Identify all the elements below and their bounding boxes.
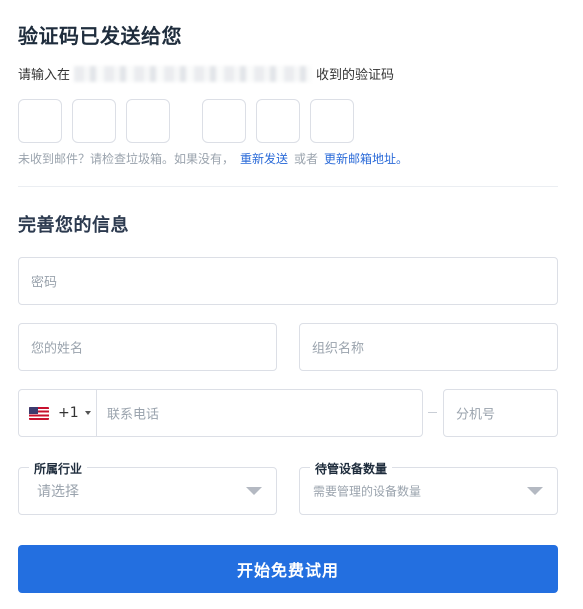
code-digit-6[interactable] bbox=[310, 99, 354, 143]
code-digit-3[interactable] bbox=[126, 99, 170, 143]
device-count-label: 待管设备数量 bbox=[310, 460, 393, 477]
or-text: 或者 bbox=[294, 152, 319, 166]
chevron-down-icon bbox=[84, 411, 91, 415]
password-field[interactable]: 密码 bbox=[18, 257, 558, 305]
device-count-select[interactable]: 待管设备数量 需要管理的设备数量 bbox=[299, 460, 558, 515]
phone-field[interactable]: +1 联系电话 bbox=[18, 389, 423, 437]
verification-prompt: 请输入在 收到的验证码 bbox=[18, 64, 394, 83]
name-field[interactable]: 您的姓名 bbox=[18, 323, 277, 371]
us-flag-icon bbox=[29, 406, 49, 420]
resend-link[interactable]: 重新发送 bbox=[240, 152, 288, 166]
profile-title: 完善您的信息 bbox=[18, 215, 129, 236]
verification-code-inputs bbox=[18, 99, 354, 143]
organization-placeholder: 组织名称 bbox=[312, 341, 365, 357]
dropdown-arrow-icon bbox=[527, 487, 543, 495]
change-email-link[interactable]: 更新邮箱地址。 bbox=[324, 152, 408, 166]
dial-code: +1 bbox=[58, 405, 79, 421]
code-digit-5[interactable] bbox=[256, 99, 300, 143]
phone-extension-separator bbox=[428, 412, 437, 413]
prompt-before-text: 请输入在 bbox=[18, 68, 71, 83]
redacted-email bbox=[74, 65, 313, 82]
industry-select[interactable]: 所属行业 请选择 bbox=[18, 460, 277, 515]
industry-label: 所属行业 bbox=[29, 460, 88, 477]
country-code-selector[interactable]: +1 bbox=[19, 390, 97, 436]
name-placeholder: 您的姓名 bbox=[31, 341, 84, 357]
extension-placeholder: 分机号 bbox=[456, 407, 496, 423]
password-placeholder: 密码 bbox=[31, 275, 58, 291]
dropdown-arrow-icon bbox=[246, 487, 262, 495]
resend-hint: 未收到邮件？请检查垃圾箱。如果没有， 重新发送 或者 更新邮箱地址。 bbox=[18, 150, 408, 167]
prompt-after-text: 收到的验证码 bbox=[316, 68, 395, 83]
device-count-placeholder: 需要管理的设备数量 bbox=[313, 484, 422, 499]
industry-placeholder: 请选择 bbox=[37, 484, 79, 500]
verification-title: 验证码已发送给您 bbox=[18, 24, 182, 48]
start-free-trial-button[interactable]: 开始免费试用 bbox=[18, 545, 558, 593]
code-digit-1[interactable] bbox=[18, 99, 62, 143]
code-digit-2[interactable] bbox=[72, 99, 116, 143]
hint-text: 未收到邮件？请检查垃圾箱。如果没有， bbox=[18, 152, 235, 166]
section-divider bbox=[18, 186, 558, 187]
extension-field[interactable]: 分机号 bbox=[443, 389, 558, 437]
phone-placeholder: 联系电话 bbox=[107, 407, 160, 423]
code-digit-4[interactable] bbox=[202, 99, 246, 143]
organization-field[interactable]: 组织名称 bbox=[299, 323, 558, 371]
